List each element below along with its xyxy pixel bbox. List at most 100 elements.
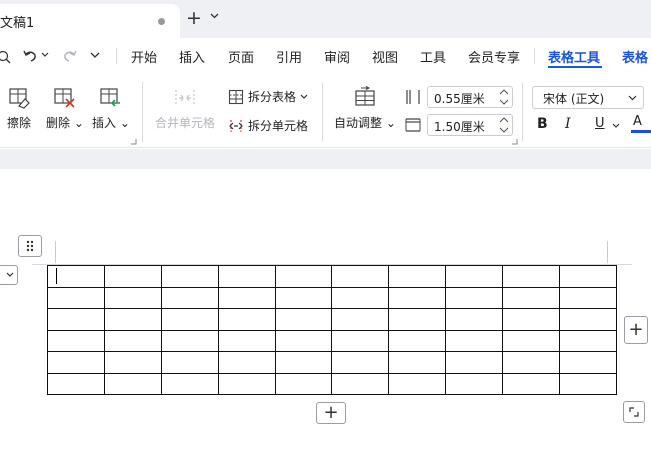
- table-cell[interactable]: [47, 329, 105, 352]
- font-color-button[interactable]: A: [633, 114, 642, 129]
- table-cell[interactable]: [502, 265, 561, 288]
- table-cell[interactable]: [47, 308, 105, 331]
- table-cell[interactable]: [559, 308, 617, 331]
- table-cell[interactable]: [502, 372, 561, 395]
- add-row-button[interactable]: +: [316, 402, 346, 424]
- table-cell[interactable]: [502, 286, 561, 309]
- delete-button[interactable]: 删除 ⌄: [46, 86, 84, 131]
- dialog-launcher-icon[interactable]: [131, 139, 137, 145]
- split-cells-button[interactable]: 拆分单元格: [228, 117, 308, 134]
- table-cell[interactable]: [445, 265, 504, 288]
- auto-adjust-button[interactable]: 自动调整 ⌄: [334, 86, 396, 131]
- table-cell[interactable]: [103, 372, 162, 395]
- unsaved-dot-icon[interactable]: [158, 18, 165, 25]
- underline-dropdown-icon[interactable]: [612, 123, 620, 128]
- table-cell[interactable]: [331, 286, 390, 309]
- table-cell[interactable]: [445, 286, 504, 309]
- font-family-select[interactable]: 宋体 (正文): [532, 86, 644, 109]
- table-cell[interactable]: [103, 351, 162, 374]
- new-tab-plus-icon[interactable]: +: [186, 9, 202, 28]
- menu-table-tools[interactable]: 表格工具: [548, 47, 600, 66]
- undo-icon[interactable]: [22, 48, 38, 64]
- table-cell[interactable]: [502, 308, 561, 331]
- table-cell[interactable]: [217, 308, 276, 331]
- table-cell[interactable]: [388, 329, 447, 352]
- row-height-stepper[interactable]: 1.50厘米: [427, 114, 513, 136]
- table-cell[interactable]: [47, 351, 105, 374]
- new-tab-chevron-down-icon[interactable]: [210, 13, 219, 19]
- table-cell[interactable]: [388, 265, 447, 288]
- bold-button[interactable]: B: [537, 116, 548, 132]
- merge-cells-button[interactable]: 合并单元格: [152, 86, 218, 131]
- table-cell[interactable]: [217, 372, 276, 395]
- table-cell[interactable]: [160, 286, 219, 309]
- row-select-control[interactable]: [0, 265, 18, 285]
- table-cell[interactable]: [445, 351, 504, 374]
- table-cell[interactable]: [103, 308, 162, 331]
- menu-review[interactable]: 审阅: [324, 47, 350, 66]
- table-cell[interactable]: [274, 308, 333, 331]
- table-move-handle[interactable]: [18, 235, 42, 257]
- table-cell[interactable]: [559, 286, 617, 309]
- quick-access-more-icon[interactable]: [90, 52, 100, 59]
- italic-button[interactable]: I: [565, 116, 571, 132]
- menu-page[interactable]: 页面: [228, 47, 254, 66]
- dialog-launcher-icon[interactable]: [512, 139, 518, 145]
- table-cell[interactable]: [47, 372, 105, 395]
- table-cell[interactable]: [274, 351, 333, 374]
- stepper-arrows-icon[interactable]: [499, 88, 509, 106]
- table-cell[interactable]: [217, 329, 276, 352]
- menu-table-style[interactable]: 表格: [622, 47, 648, 66]
- table-cell[interactable]: [160, 372, 219, 395]
- table-resize-handle[interactable]: [623, 401, 645, 423]
- menu-view[interactable]: 视图: [372, 47, 398, 66]
- stepper-arrows-icon[interactable]: [499, 116, 509, 134]
- document-table[interactable]: [47, 265, 617, 395]
- table-cell[interactable]: [388, 372, 447, 395]
- insert-button[interactable]: 插入 ⌄: [92, 86, 130, 131]
- erase-button[interactable]: 擦除: [4, 86, 34, 131]
- table-cell[interactable]: [103, 329, 162, 352]
- undo-dropdown-icon[interactable]: [41, 52, 49, 58]
- table-cell[interactable]: [331, 329, 390, 352]
- table-cell[interactable]: [445, 372, 504, 395]
- table-cell[interactable]: [160, 329, 219, 352]
- table-cell[interactable]: [388, 308, 447, 331]
- menu-member[interactable]: 会员专享: [468, 47, 520, 66]
- table-cell[interactable]: [274, 265, 333, 288]
- table-cell[interactable]: [274, 286, 333, 309]
- table-cell[interactable]: [559, 351, 617, 374]
- table-cell[interactable]: [217, 351, 276, 374]
- table-cell[interactable]: [445, 308, 504, 331]
- table-cell[interactable]: [445, 329, 504, 352]
- table-cell[interactable]: [559, 265, 617, 288]
- table-cell[interactable]: [331, 265, 390, 288]
- table-cell[interactable]: [502, 351, 561, 374]
- table-cell[interactable]: [559, 329, 617, 352]
- table-cell[interactable]: [331, 351, 390, 374]
- table-cell[interactable]: [47, 286, 105, 309]
- table-cell[interactable]: [331, 372, 390, 395]
- menu-home[interactable]: 开始: [131, 47, 157, 66]
- table-cell[interactable]: [388, 286, 447, 309]
- menu-insert[interactable]: 插入: [179, 47, 205, 66]
- table-cell[interactable]: [160, 351, 219, 374]
- add-column-button[interactable]: +: [624, 316, 648, 344]
- table-cell[interactable]: [388, 351, 447, 374]
- table-cell[interactable]: [331, 308, 390, 331]
- menu-reference[interactable]: 引用: [276, 47, 302, 66]
- menu-tools[interactable]: 工具: [420, 47, 446, 66]
- table-cell[interactable]: [160, 265, 219, 288]
- table-cell[interactable]: [217, 265, 276, 288]
- table-cell[interactable]: [103, 286, 162, 309]
- split-table-button[interactable]: 拆分表格: [228, 88, 308, 105]
- table-cell[interactable]: [559, 372, 617, 395]
- table-cell[interactable]: [502, 329, 561, 352]
- redo-icon[interactable]: [62, 48, 78, 64]
- document-tab[interactable]: 文稿1: [0, 4, 180, 38]
- table-cell[interactable]: [103, 265, 162, 288]
- table-cell[interactable]: [274, 329, 333, 352]
- table-cell[interactable]: [217, 286, 276, 309]
- underline-button[interactable]: U: [595, 116, 605, 131]
- table-cell[interactable]: [160, 308, 219, 331]
